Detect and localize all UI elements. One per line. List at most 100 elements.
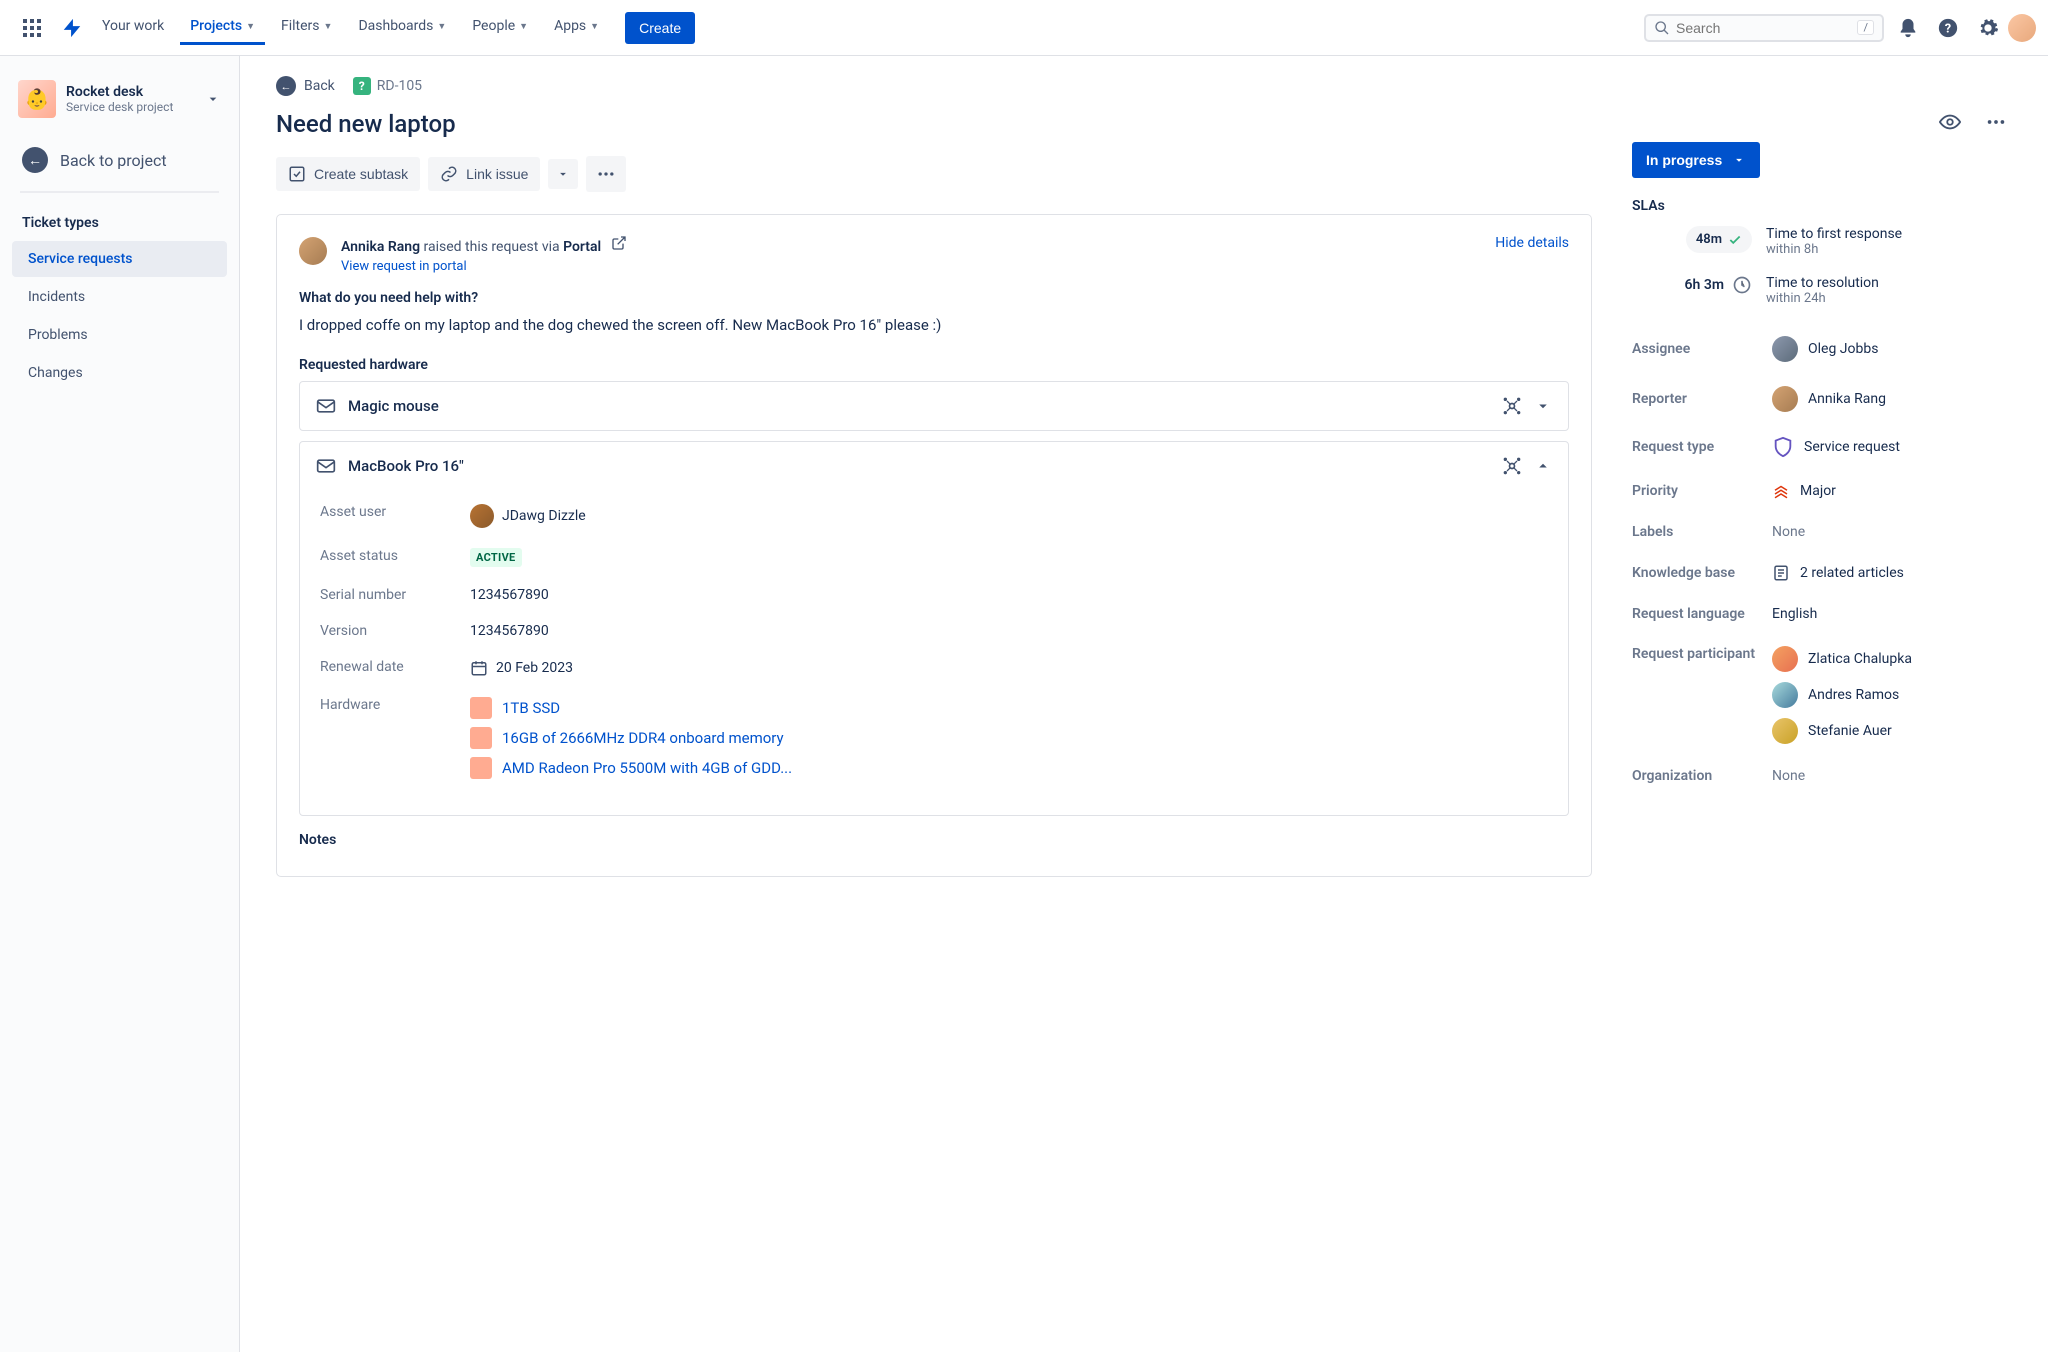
nav-apps[interactable]: Apps▼ <box>544 10 609 45</box>
chevron-up-icon[interactable] <box>1534 457 1552 475</box>
product-logo-icon[interactable] <box>56 12 88 44</box>
sidebar-item-incidents[interactable]: Incidents <box>12 279 227 315</box>
hardware-card-header[interactable]: Magic mouse <box>300 382 1568 430</box>
svg-text:?: ? <box>1945 21 1951 36</box>
request-channel: Portal <box>563 239 601 255</box>
user-avatar <box>1772 646 1798 672</box>
more-icon <box>596 164 616 184</box>
help-field-label: What do you need help with? <box>299 290 1569 306</box>
nav-dashboards[interactable]: Dashboards▼ <box>348 10 456 45</box>
sidebar-section-label: Ticket types <box>8 207 231 239</box>
nav-people[interactable]: People▼ <box>462 10 538 45</box>
color-swatch <box>470 697 492 719</box>
project-header[interactable]: 👶 Rocket desk Service desk project <box>8 76 231 134</box>
article-icon <box>1772 564 1790 582</box>
issue-title[interactable]: Need new laptop <box>276 110 1592 138</box>
hide-details-link[interactable]: Hide details <box>1495 235 1569 251</box>
create-subtask-button[interactable]: Create subtask <box>276 157 420 191</box>
color-swatch <box>470 727 492 749</box>
project-avatar: 👶 <box>18 80 56 118</box>
search-icon <box>1654 20 1670 36</box>
watch-icon[interactable] <box>1934 106 1966 138</box>
participants-field[interactable]: Zlatica Chalupka Andres Ramos Stefanie A… <box>1772 646 2012 744</box>
reporter-field[interactable]: Annika Rang <box>1772 386 2012 412</box>
chevron-down-icon[interactable] <box>1534 397 1552 415</box>
top-nav: Your work Projects▼ Filters▼ Dashboards▼… <box>0 0 2048 56</box>
link-issue-dropdown[interactable] <box>548 159 578 189</box>
help-icon[interactable]: ? <box>1932 12 1964 44</box>
check-icon <box>1728 233 1742 247</box>
user-avatar <box>470 504 494 528</box>
back-arrow-icon: ← <box>22 147 48 173</box>
link-issue-button[interactable]: Link issue <box>428 157 540 191</box>
nav-your-work[interactable]: Your work <box>92 10 174 45</box>
user-avatar <box>1772 718 1798 744</box>
help-field-body[interactable]: I dropped coffe on my laptop and the dog… <box>299 314 1569 337</box>
renewal-value[interactable]: 20 Feb 2023 <box>496 660 573 676</box>
back-to-project-link[interactable]: ← Back to project <box>8 134 231 185</box>
more-actions-button[interactable] <box>586 156 626 192</box>
search-shortcut-key: / <box>1857 20 1874 35</box>
request-panel: Annika Rang raised this request via Port… <box>276 214 1592 877</box>
hardware-link[interactable]: 16GB of 2666MHz DDR4 onboard memory <box>470 727 1548 749</box>
version-value[interactable]: 1234567890 <box>470 623 1548 639</box>
link-icon <box>440 165 458 183</box>
subtask-icon <box>288 165 306 183</box>
user-avatar <box>1772 386 1798 412</box>
sidebar-item-service-requests[interactable]: Service requests <box>12 241 227 277</box>
request-type-field[interactable]: Service request <box>1772 436 2012 458</box>
chevron-down-icon[interactable] <box>205 91 221 107</box>
back-link[interactable]: ← Back <box>276 76 335 96</box>
back-arrow-icon: ← <box>276 76 296 96</box>
sidebar-item-changes[interactable]: Changes <box>12 355 227 391</box>
hardware-field-label: Requested hardware <box>299 357 1569 373</box>
project-title: Rocket desk <box>66 84 195 100</box>
status-dropdown[interactable]: In progress <box>1632 142 1760 178</box>
external-link-icon[interactable] <box>611 239 627 255</box>
serial-value[interactable]: 1234567890 <box>470 587 1548 603</box>
sidebar: 👶 Rocket desk Service desk project ← Bac… <box>0 56 240 1352</box>
nav-filters[interactable]: Filters▼ <box>271 10 342 45</box>
view-in-portal-link[interactable]: View request in portal <box>341 259 1481 274</box>
hardware-card: MacBook Pro 16" Asset userJDawg Dizzle A… <box>299 441 1569 816</box>
app-switcher-icon[interactable] <box>16 12 48 44</box>
profile-avatar[interactable] <box>2008 14 2036 42</box>
labels-field[interactable]: None <box>1772 524 2012 540</box>
issue-key-link[interactable]: ? RD-105 <box>353 77 422 95</box>
hardware-card-header[interactable]: MacBook Pro 16" <box>300 442 1568 490</box>
hardware-link[interactable]: 1TB SSD <box>470 697 1548 719</box>
status-badge: ACTIVE <box>470 548 522 567</box>
search-box[interactable]: / <box>1644 14 1884 42</box>
color-swatch <box>470 757 492 779</box>
main-content: ← Back ? RD-105 Need new laptop Create s… <box>240 56 2048 1352</box>
project-subtitle: Service desk project <box>66 100 195 114</box>
sla-row: 6h 3m Time to resolutionwithin 24h <box>1632 275 2012 306</box>
clock-icon <box>1732 275 1752 295</box>
notifications-icon[interactable] <box>1892 12 1924 44</box>
organization-field[interactable]: None <box>1772 768 2012 784</box>
notes-label: Notes <box>299 832 1569 848</box>
requester-name: Annika Rang <box>341 239 420 255</box>
assignee-field[interactable]: Oleg Jobbs <box>1772 336 2012 362</box>
node-icon[interactable] <box>1502 456 1522 476</box>
create-button[interactable]: Create <box>625 12 695 44</box>
calendar-icon <box>470 659 488 677</box>
mail-icon <box>316 456 336 476</box>
requester-avatar <box>299 237 327 265</box>
hardware-card: Magic mouse <box>299 381 1569 431</box>
priority-field[interactable]: Major <box>1772 482 2012 500</box>
more-icon[interactable] <box>1980 106 2012 138</box>
knowledge-base-field[interactable]: 2 related articles <box>1772 564 2012 582</box>
search-input[interactable] <box>1676 20 1857 36</box>
sidebar-item-problems[interactable]: Problems <box>12 317 227 353</box>
language-field[interactable]: English <box>1772 606 2012 622</box>
priority-icon <box>1772 482 1790 500</box>
node-icon[interactable] <box>1502 396 1522 416</box>
chevron-down-icon <box>1732 153 1746 167</box>
nav-projects[interactable]: Projects▼ <box>180 10 265 45</box>
asset-user-value[interactable]: JDawg Dizzle <box>502 508 586 524</box>
hardware-link[interactable]: AMD Radeon Pro 5500M with 4GB of GDD... <box>470 757 1548 779</box>
slas-label: SLAs <box>1632 198 2012 214</box>
shield-icon <box>1772 436 1794 458</box>
settings-icon[interactable] <box>1972 12 2004 44</box>
